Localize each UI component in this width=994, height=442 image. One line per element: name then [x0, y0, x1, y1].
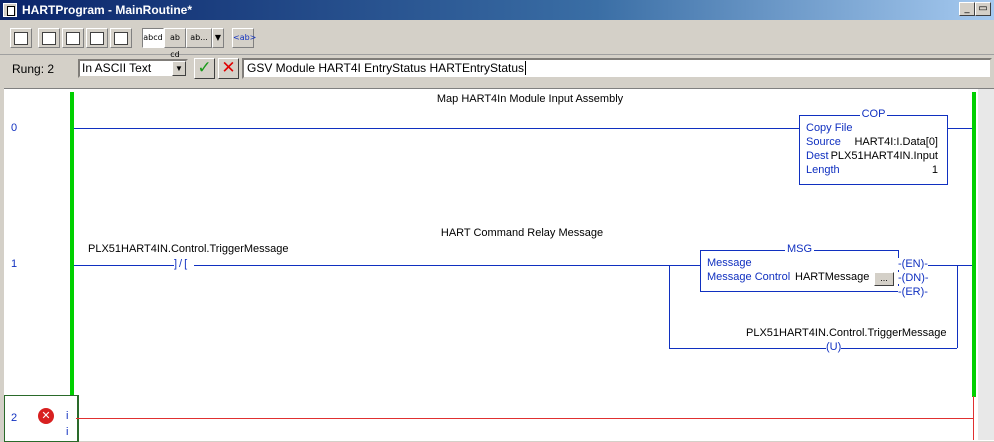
rung-wire [74, 128, 799, 129]
operand-label: Length [806, 164, 840, 176]
window-title: HARTProgram - MainRoutine* [22, 3, 193, 17]
xio-contact[interactable]: ]/[ [174, 258, 190, 270]
rung-comment[interactable]: HART Command Relay Message [372, 227, 672, 239]
er-output: -(ER)- [898, 286, 928, 298]
error-icon: ✕ [38, 408, 54, 424]
right-power-rail [972, 92, 976, 397]
view-truncated-button[interactable]: ab... [186, 28, 212, 48]
instruction-name: MSG [784, 243, 815, 255]
message-control-operand[interactable]: HARTMessage [795, 271, 869, 283]
rung-number[interactable]: 1 [11, 258, 17, 270]
msg-instruction[interactable]: MSG Message Message Control HARTMessage … [700, 243, 899, 292]
minimize-button[interactable]: _ [959, 2, 975, 16]
rung-text-value: GSV Module HART4I EntryStatus HARTEntryS… [247, 61, 524, 75]
restore-button[interactable]: ▭ [975, 2, 991, 16]
rung-icon[interactable] [10, 28, 32, 48]
operand-label: Message Control [707, 271, 791, 283]
source-operand[interactable]: HART4I:I.Data[0] [854, 136, 938, 148]
cop-instruction[interactable]: COP Copy File Source HART4I:I.Data[0] De… [799, 108, 948, 185]
rung-wire [194, 265, 700, 266]
cancel-button[interactable]: ✕ [218, 58, 239, 79]
rung-marker: i [66, 410, 69, 422]
rung-label: Rung: 2 [12, 62, 55, 76]
branch-icon[interactable] [38, 28, 60, 48]
contact-tag[interactable]: PLX51HART4IN.Control.TriggerMessage [88, 243, 289, 255]
vertical-scrollbar[interactable] [978, 89, 994, 440]
title-bar: HARTProgram - MainRoutine* _ ▭ [0, 0, 994, 20]
branch-wire [957, 265, 958, 348]
close-icon: ✕ [221, 58, 236, 78]
left-power-rail [70, 92, 74, 397]
view-dropdown-arrow[interactable]: ▼ [212, 28, 224, 48]
ladder-toolbar: abcd ab cd ab... ▼ <ab> [0, 20, 994, 59]
rung-edit-bar: Rung: 2 In ASCII Text ▼ ✓ ✕ GSV Module H… [0, 55, 994, 81]
dn-output: -(DN)- [898, 272, 929, 284]
view-wrapped-button[interactable]: ab cd [164, 28, 186, 59]
edit-mode-select[interactable]: In ASCII Text ▼ [78, 59, 188, 78]
rung-number[interactable]: 0 [11, 122, 17, 134]
ascii-view-button[interactable]: <ab> [232, 28, 256, 48]
length-operand[interactable]: 1 [932, 164, 938, 176]
start-rung-icon[interactable] [86, 28, 108, 48]
rung-wire [947, 128, 972, 129]
dest-operand[interactable]: PLX51HART4IN.Input [831, 150, 938, 162]
edit-mode-value: In ASCII Text [82, 61, 152, 75]
rung-number[interactable]: 2 [11, 412, 17, 424]
error-right-rail [973, 396, 974, 440]
branch-level-icon[interactable] [62, 28, 84, 48]
view-abcd-button[interactable]: abcd [142, 28, 164, 48]
rung-marker: i [66, 426, 69, 438]
chevron-down-icon[interactable]: ▼ [172, 61, 186, 76]
checkmark-icon: ✓ [197, 58, 212, 78]
browse-button[interactable]: ... [874, 272, 894, 286]
otu-coil[interactable]: (U) [826, 341, 842, 353]
rung-wire [74, 265, 174, 266]
operand-label: Dest [806, 150, 829, 162]
text-caret: ​ [525, 61, 526, 75]
instruction-title: Message [707, 257, 752, 269]
instruction-title: Copy File [806, 122, 853, 134]
end-rung-icon[interactable] [110, 28, 132, 48]
error-rung-wire [76, 418, 974, 419]
operand-label: Source [806, 136, 841, 148]
branch-wire [669, 348, 957, 349]
branch-wire [669, 265, 670, 348]
app-icon[interactable] [3, 3, 17, 17]
branch-coil-tag[interactable]: PLX51HART4IN.Control.TriggerMessage [746, 327, 947, 339]
accept-button[interactable]: ✓ [194, 58, 215, 79]
en-output: -(EN)- [898, 258, 928, 270]
instruction-name: COP [859, 108, 888, 120]
rung-comment[interactable]: Map HART4In Module Input Assembly [380, 93, 680, 105]
rung-text-input[interactable]: GSV Module HART4I EntryStatus HARTEntryS… [242, 58, 992, 79]
